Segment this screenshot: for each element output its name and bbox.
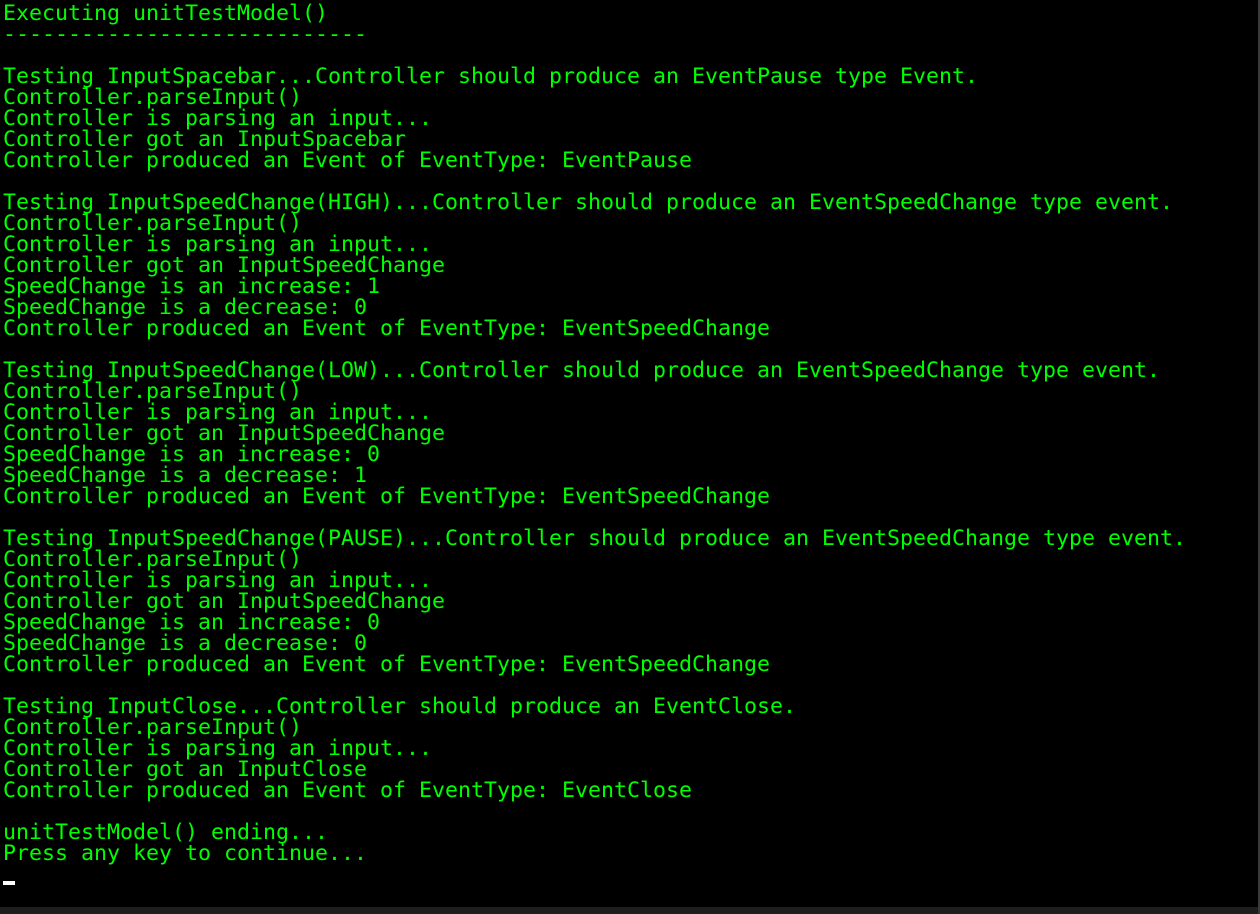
console-line: Controller produced an Event of EventTyp… <box>3 316 771 341</box>
console-line: Testing InputSpeedChange(HIGH)...Control… <box>3 190 1174 215</box>
console-line: Testing InputSpacebar...Controller shoul… <box>3 64 979 89</box>
console-line: Controller produced an Event of EventTyp… <box>3 148 693 173</box>
console-line: SpeedChange is a decrease: 0 <box>3 631 368 656</box>
console-output: Executing unitTestModel() ---------------… <box>3 1 1187 866</box>
console-line: Controller produced an Event of EventTyp… <box>3 778 693 803</box>
console-line: Executing unitTestModel() <box>3 1 329 26</box>
console-line: Controller is parsing an input... <box>3 232 433 257</box>
console-line: Testing InputSpeedChange(LOW)...Controll… <box>3 358 1161 383</box>
console-line: SpeedChange is an increase: 1 <box>3 274 381 299</box>
console-line: Controller produced an Event of EventTyp… <box>3 484 771 509</box>
console-line: Controller.parseInput() <box>3 379 303 404</box>
console-line: Controller.parseInput() <box>3 547 303 572</box>
console-line: Controller is parsing an input... <box>3 400 433 425</box>
console-line: Controller is parsing an input... <box>3 736 433 761</box>
console-line: Controller got an InputSpeedChange <box>3 253 446 278</box>
console-line: Controller produced an Event of EventTyp… <box>3 652 771 677</box>
console-line: SpeedChange is an increase: 0 <box>3 610 381 635</box>
console-line: Testing InputSpeedChange(PAUSE)...Contro… <box>3 526 1187 551</box>
console-line: SpeedChange is a decrease: 1 <box>3 463 368 488</box>
console-line: Press any key to continue... <box>3 841 368 866</box>
console-line: SpeedChange is a decrease: 0 <box>3 295 368 320</box>
console-line: ---------------------------- <box>3 22 368 47</box>
console-line: Controller.parseInput() <box>3 85 303 110</box>
console-line: Controller.parseInput() <box>3 715 303 740</box>
console-line: unitTestModel() ending... <box>3 820 329 845</box>
text-cursor <box>3 881 15 885</box>
console-line: Controller got an InputSpacebar <box>3 127 407 152</box>
console-line: Controller got an InputClose <box>3 757 368 782</box>
console-line: Testing InputClose...Controller should p… <box>3 694 797 719</box>
console-window[interactable]: Executing unitTestModel() ---------------… <box>0 0 1260 914</box>
console-line: SpeedChange is an increase: 0 <box>3 442 381 467</box>
console-line: Controller got an InputSpeedChange <box>3 421 446 446</box>
window-bottom-edge <box>0 907 1260 914</box>
console-line: Controller is parsing an input... <box>3 568 433 593</box>
console-line: Controller.parseInput() <box>3 211 303 236</box>
console-line: Controller got an InputSpeedChange <box>3 589 446 614</box>
console-line: Controller is parsing an input... <box>3 106 433 131</box>
